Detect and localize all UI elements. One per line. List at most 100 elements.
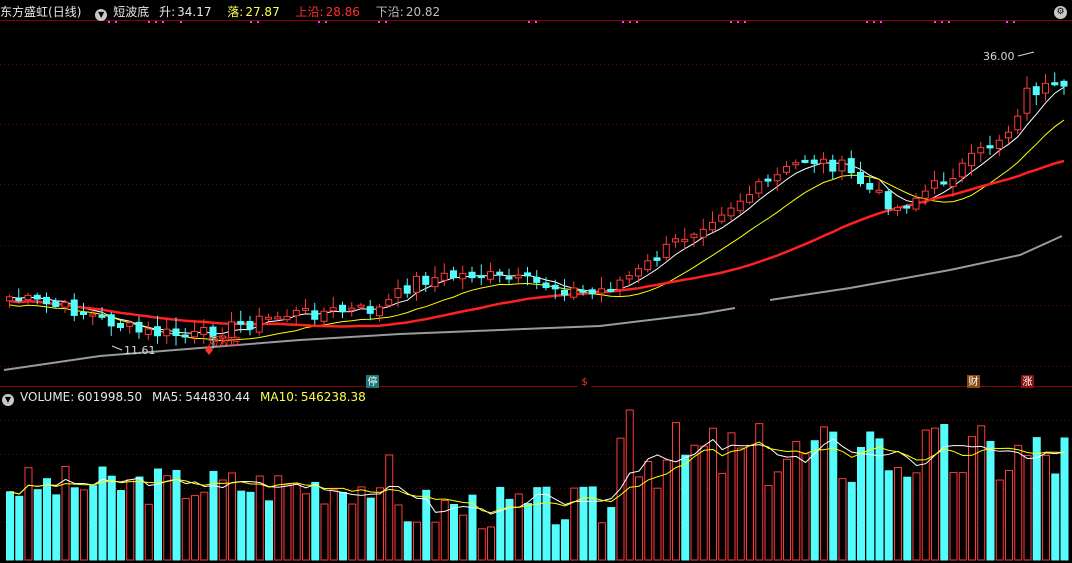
volume-bar — [265, 500, 273, 561]
candle-body — [394, 288, 402, 298]
candle-body — [736, 200, 744, 212]
volume-bar — [875, 438, 884, 561]
candle-body — [15, 298, 23, 302]
volume-bar — [783, 458, 791, 561]
candle-body — [570, 287, 578, 298]
volume-bar — [1060, 437, 1069, 561]
candle-body — [237, 321, 245, 325]
volume-bar — [440, 499, 449, 561]
kline-chart[interactable]: 36.00 11.61 短波底停 $ 财 涨 — [0, 0, 1072, 563]
volume-bar — [172, 469, 181, 561]
candle-body — [514, 274, 522, 279]
candle-body — [348, 307, 356, 311]
candle-body — [70, 299, 78, 316]
candle-body — [376, 306, 383, 317]
low-pointer — [111, 345, 123, 351]
volume-bar — [551, 524, 560, 561]
gear-icon[interactable]: ⚙ — [1054, 6, 1067, 19]
candle-body — [61, 301, 69, 308]
candle-body — [255, 315, 263, 333]
candle-body — [6, 296, 13, 302]
volume-bar — [912, 472, 921, 561]
volume-bar — [135, 476, 144, 561]
candle-body — [43, 296, 50, 305]
candle-body — [644, 260, 652, 271]
volume-bar — [1005, 469, 1013, 561]
candle-body — [135, 321, 143, 333]
badge-stop: 停 — [368, 375, 378, 388]
volume-bar — [718, 472, 727, 561]
volume-bar — [792, 441, 801, 561]
volume-bar — [144, 503, 153, 561]
signal-dot — [155, 21, 157, 23]
candle-body — [829, 159, 837, 172]
volume-bar — [838, 478, 847, 561]
volume-bar — [616, 437, 625, 561]
candle-body — [311, 310, 319, 320]
signal-dot — [162, 21, 164, 23]
volume-bar — [366, 497, 375, 561]
candle-body — [357, 304, 365, 308]
volume-bar — [80, 489, 88, 561]
candle-body — [616, 279, 624, 291]
candle-body — [292, 309, 300, 317]
candle-body — [440, 272, 448, 281]
candle-body — [339, 304, 346, 313]
volume-bar — [431, 521, 440, 561]
volume-bar — [107, 475, 116, 561]
high-pointer — [1017, 51, 1035, 57]
candle-body — [607, 288, 615, 292]
ma5-value: 544830.44 — [185, 390, 251, 404]
volume-bar — [218, 479, 227, 561]
candle-body — [431, 277, 439, 288]
chart-annotations: 36.00 11.61 短波底停 $ 财 涨 — [111, 50, 1035, 388]
signal-dot — [250, 21, 252, 23]
signal-dot — [385, 21, 387, 23]
volume-bar — [958, 472, 967, 561]
volume-bar — [329, 489, 338, 561]
candle-body — [783, 166, 790, 173]
volume-bar — [727, 432, 736, 561]
candle-body — [403, 285, 411, 294]
volume-bar — [514, 493, 523, 561]
collapse-volume-icon[interactable]: ▼ — [2, 394, 14, 406]
volume-bar — [653, 487, 662, 561]
candle-body — [940, 181, 948, 185]
candle-body — [477, 275, 485, 279]
signal-dot — [730, 21, 732, 23]
volume-bar — [884, 470, 893, 561]
indicator-name[interactable]: 短波底 — [113, 5, 149, 19]
candle-body — [884, 191, 892, 210]
candle-body — [746, 194, 753, 203]
volume-bar — [829, 431, 838, 561]
volume-bar — [699, 445, 708, 561]
signal-dot — [636, 21, 638, 23]
signal-dot — [866, 21, 868, 23]
volume-bar — [607, 507, 616, 561]
volume-bar — [746, 444, 754, 561]
stock-title[interactable]: 东方盛虹 — [0, 5, 48, 19]
volume-bar — [644, 460, 653, 561]
candle-body — [366, 306, 374, 314]
candle-body — [487, 271, 494, 280]
candle-body — [662, 243, 670, 258]
candle-body — [533, 276, 541, 283]
indicator-header: 东方盛虹(日线) ▼ 短波底 升: 34.17 落: 27.87 上沿: 28.86 下… — [0, 3, 452, 21]
low-price-label: 11.61 — [124, 344, 156, 357]
signal-dot — [629, 21, 631, 23]
candle-body — [579, 289, 587, 293]
volume-bar — [320, 503, 329, 561]
volume-bar — [764, 485, 773, 561]
candle-body — [385, 299, 393, 306]
volume-bar — [773, 471, 782, 561]
candle-body — [329, 307, 337, 312]
volume-bar — [1051, 473, 1060, 561]
candle-body — [200, 327, 208, 335]
candle-body — [181, 334, 189, 338]
candle-body — [986, 145, 994, 149]
candle-body — [107, 314, 115, 327]
collapse-icon[interactable]: ▼ — [95, 9, 108, 21]
candle-body — [625, 275, 633, 280]
volume-bars — [6, 409, 1069, 561]
upper-readout: 上沿: 28.86 — [295, 5, 360, 19]
